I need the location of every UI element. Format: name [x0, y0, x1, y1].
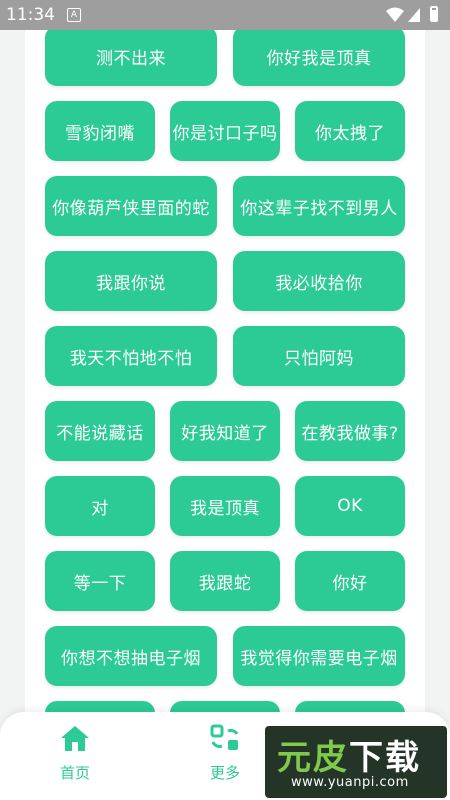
phrase-button[interactable]: 雪豹闭嘴	[45, 101, 155, 161]
phrase-button[interactable]: 你这辈子找不到男人	[233, 176, 405, 236]
phrase-button[interactable]: 我是顶真	[170, 476, 280, 536]
status-time: 11:34	[6, 5, 55, 25]
nav-home[interactable]: 首页	[35, 724, 115, 783]
nav-home-label: 首页	[59, 764, 90, 782]
notification-a-icon: A	[67, 8, 81, 22]
phrase-button[interactable]: 我跟你说	[45, 251, 217, 311]
phrase-button[interactable]: 你想不想抽电子烟	[45, 626, 217, 686]
signal-icon	[408, 8, 420, 22]
phrase-button[interactable]: 你好	[295, 551, 405, 611]
watermark-url: www.yuanpi.com	[291, 775, 409, 790]
phrase-button[interactable]: 对	[45, 476, 155, 536]
phrase-button[interactable]: 我跟蛇	[170, 551, 280, 611]
watermark-text-white: 下载	[349, 738, 421, 778]
content-panel: 测不出来 你好我是顶真 雪豹闭嘴 你是讨口子吗 你太拽了 你像葫芦侠里面的蛇 你…	[25, 0, 425, 800]
phrase-button[interactable]: 我必收拾你	[233, 251, 405, 311]
home-icon	[61, 726, 89, 751]
nav-more-label: 更多	[209, 764, 240, 782]
phrase-button[interactable]: 你太拽了	[295, 101, 405, 161]
phrase-button[interactable]: 你是讨口子吗	[170, 101, 280, 161]
status-bar: 11:34 A	[0, 0, 450, 30]
phrase-button[interactable]: 你像葫芦侠里面的蛇	[45, 176, 217, 236]
nav-more[interactable]: 更多	[185, 724, 265, 783]
watermark-logo: 元皮下载 www.yuanpi.com	[265, 726, 447, 798]
phrase-button[interactable]: 你好我是顶真	[233, 26, 405, 86]
phrase-button[interactable]: 等一下	[45, 551, 155, 611]
phrase-button[interactable]: 测不出来	[45, 26, 217, 86]
watermark-text-green: 元皮	[277, 738, 349, 778]
phrase-button[interactable]: 好我知道了	[170, 401, 280, 461]
phrase-button[interactable]: 只怕阿妈	[233, 326, 405, 386]
phrase-button[interactable]: 我天不怕地不怕	[45, 326, 217, 386]
battery-icon	[430, 6, 438, 22]
phrase-button[interactable]: 不能说藏话	[45, 401, 155, 461]
phrase-button[interactable]: OK	[295, 476, 405, 536]
wifi-icon	[386, 7, 404, 22]
phrase-button[interactable]: 我觉得你需要电子烟	[233, 626, 405, 686]
more-icon	[210, 724, 239, 750]
phrase-button[interactable]: 在教我做事?	[295, 401, 405, 461]
watermark-title: 元皮下载	[277, 730, 421, 779]
